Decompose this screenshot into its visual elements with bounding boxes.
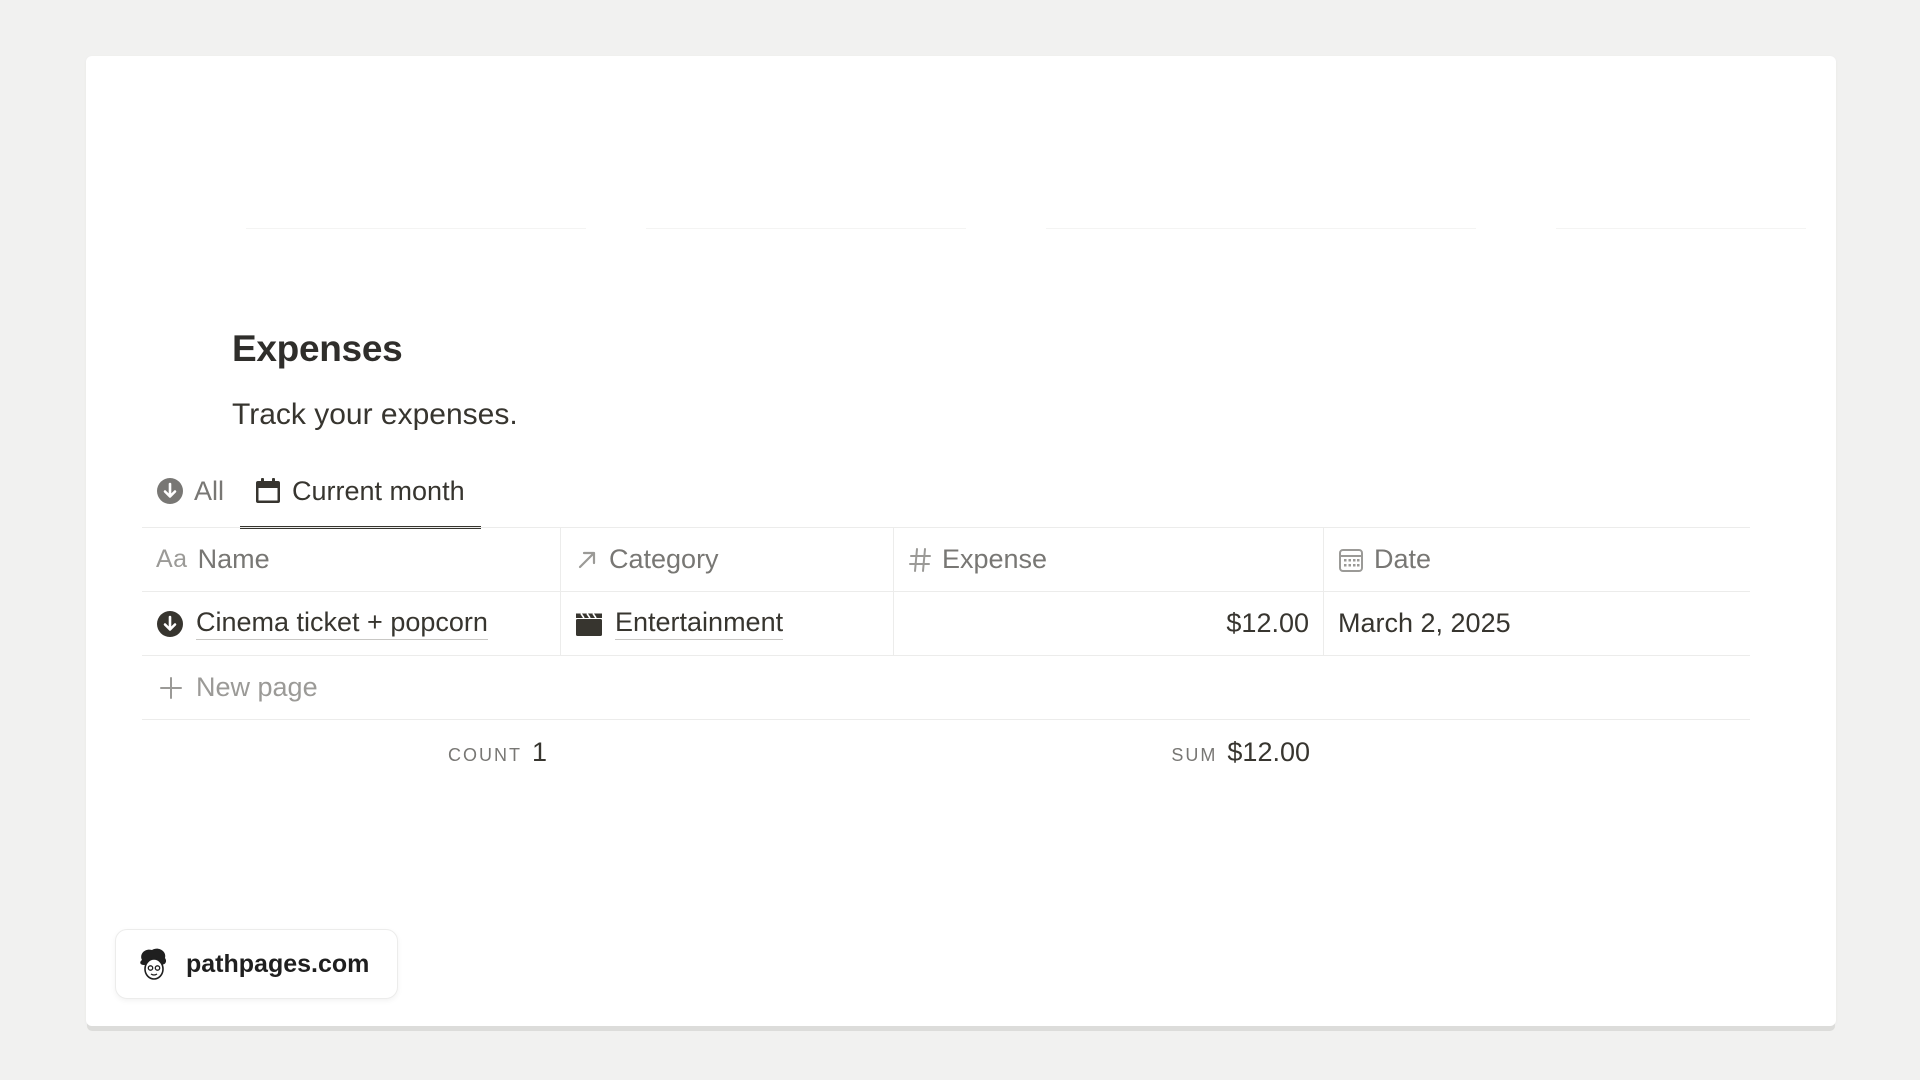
view-tabs: All Current month — [142, 455, 481, 529]
column-header-label: Date — [1374, 544, 1432, 574]
table-row[interactable]: Cinema ticket + popcorn Entertainment $1… — [142, 591, 1750, 655]
sum-label: SUM — [1171, 744, 1218, 765]
count-label: COUNT — [447, 744, 522, 765]
cell-expense[interactable]: $12.00 — [894, 592, 1324, 655]
column-header-category[interactable]: Category — [561, 528, 894, 591]
calendar-icon — [254, 477, 282, 505]
row-title-link[interactable]: Cinema ticket + popcorn — [196, 607, 488, 640]
tab-all-label: All — [194, 475, 225, 506]
count-calculation[interactable]: COUNT 1 — [142, 737, 561, 768]
arrow-down-circle-icon — [156, 610, 184, 638]
cell-category[interactable]: Entertainment — [561, 592, 894, 655]
column-header-expense[interactable]: Expense — [894, 528, 1324, 591]
relation-arrow-icon — [575, 548, 599, 572]
expenses-table: Aa Name Category Expense Date Cinema tic… — [142, 527, 1750, 784]
tab-current-month[interactable]: Current month — [240, 455, 481, 529]
cell-date[interactable]: March 2, 2025 — [1324, 592, 1750, 655]
new-page-label: New page — [196, 672, 318, 702]
arrow-down-circle-icon — [156, 477, 184, 505]
calendar-grid-icon — [1338, 547, 1364, 573]
text-aa-icon: Aa — [156, 545, 188, 573]
plus-icon — [158, 675, 184, 701]
divider — [646, 228, 966, 229]
count-value: 1 — [531, 736, 547, 767]
avatar-logo-icon — [136, 946, 170, 982]
calculation-row: COUNT 1 SUM $12.00 — [142, 720, 1750, 784]
column-header-label: Category — [609, 544, 719, 574]
hash-icon — [908, 547, 932, 573]
sum-calculation[interactable]: SUM $12.00 — [894, 737, 1324, 768]
expense-value: $12.00 — [1226, 608, 1309, 638]
column-header-label: Expense — [942, 544, 1048, 574]
database-title[interactable]: Expenses — [232, 330, 403, 367]
divider — [1046, 228, 1476, 229]
database-description: Track your expenses. — [232, 398, 518, 431]
table-header-row: Aa Name Category Expense Date — [142, 527, 1750, 591]
tab-current-month-label: Current month — [292, 475, 465, 506]
tab-all[interactable]: All — [142, 455, 240, 527]
divider — [1556, 228, 1806, 229]
badge-label: pathpages.com — [186, 949, 370, 978]
column-header-label: Name — [197, 544, 270, 574]
clapperboard-icon — [575, 611, 603, 637]
divider — [246, 228, 586, 229]
cell-name[interactable]: Cinema ticket + popcorn — [142, 592, 561, 655]
column-header-date[interactable]: Date — [1324, 528, 1750, 591]
pathpages-badge[interactable]: pathpages.com — [115, 929, 399, 999]
new-page-button[interactable]: New page — [142, 656, 1750, 719]
category-relation-link[interactable]: Entertainment — [615, 607, 784, 640]
sum-value: $12.00 — [1227, 736, 1310, 767]
new-page-row: New page — [142, 655, 1750, 720]
column-header-name[interactable]: Aa Name — [142, 528, 561, 591]
date-value: March 2, 2025 — [1338, 608, 1511, 638]
